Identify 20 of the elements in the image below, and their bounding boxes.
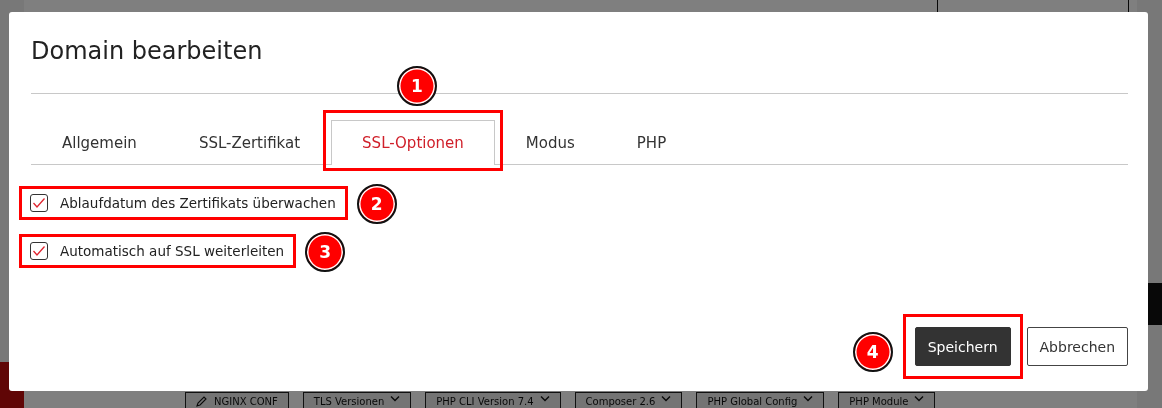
toolbar-button[interactable]: PHP Global Config [696, 392, 825, 408]
cancel-button[interactable]: Abbrechen [1026, 327, 1128, 366]
pencil-icon [196, 395, 208, 407]
dialog-title: Domain bearbeiten [31, 36, 263, 66]
tab[interactable]: SSL-Optionen [331, 120, 495, 165]
checkbox-label: Ablaufdatum des Zertifikats überwachen [60, 195, 336, 211]
chevron-down-icon [914, 395, 925, 403]
toolbar-button[interactable]: Composer 2.6 [574, 392, 683, 408]
chevron-down-icon [390, 395, 401, 403]
toolbar-button[interactable]: NGINX CONF [185, 392, 289, 408]
chevron-down-icon [661, 395, 672, 403]
chevron-down-icon [803, 395, 814, 403]
checkbox-label: Automatisch auf SSL weiterleiten [60, 243, 285, 259]
toolbar-button[interactable]: TLS Versionen [302, 392, 412, 408]
checkbox[interactable] [30, 242, 48, 260]
toolbar-button[interactable]: PHP Module [838, 392, 936, 408]
save-button[interactable]: Speichern [914, 327, 1011, 366]
checkbox[interactable] [30, 194, 48, 212]
toolbar-button[interactable]: PHP CLI Version 7.4 [425, 392, 561, 408]
chevron-down-icon [539, 395, 550, 403]
